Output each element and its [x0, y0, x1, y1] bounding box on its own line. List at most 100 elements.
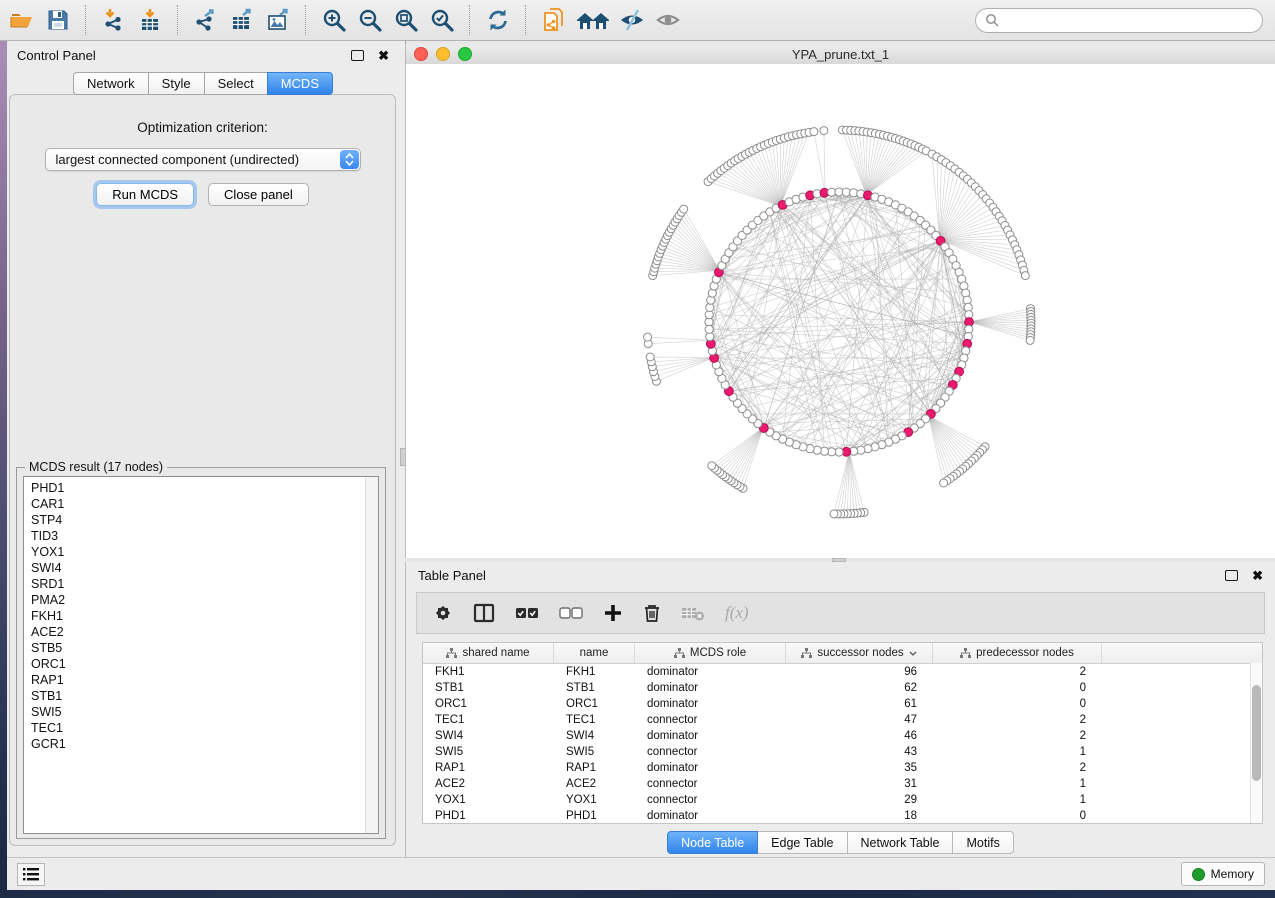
mcds-result-item[interactable]: STB1	[31, 688, 378, 704]
export-network-button[interactable]	[188, 3, 224, 37]
task-history-button[interactable]	[17, 863, 45, 886]
tab-mcds[interactable]: MCDS	[267, 72, 333, 95]
add-column-button[interactable]	[603, 603, 623, 623]
network-window-titlebar[interactable]: YPA_prune.txt_1	[406, 44, 1275, 65]
mcds-result-item[interactable]: TEC1	[31, 720, 378, 736]
close-panel-icon[interactable]: ✖	[1252, 569, 1263, 582]
table-row[interactable]: TEC1TEC1connector472	[423, 712, 1262, 728]
mcds-result-item[interactable]: FKH1	[31, 608, 378, 624]
hide-selected-button[interactable]	[614, 3, 650, 37]
table-cell: YOX1	[423, 792, 554, 808]
mcds-result-item[interactable]: STP4	[31, 512, 378, 528]
zoom-out-button[interactable]	[352, 3, 388, 37]
close-panel-icon[interactable]: ✖	[378, 49, 389, 62]
mcds-result-item[interactable]: CAR1	[31, 496, 378, 512]
table-scrollbar-thumb[interactable]	[1252, 685, 1261, 781]
control-panel-tabbar: Network Style Select MCDS	[7, 72, 399, 95]
first-neighbors-button[interactable]	[572, 3, 614, 37]
deselect-all-columns-button[interactable]	[559, 605, 583, 621]
table-cell: 96	[786, 664, 933, 680]
mcds-result-item[interactable]: SWI4	[31, 560, 378, 576]
tab-node-table[interactable]: Node Table	[667, 831, 758, 854]
mcds-result-item[interactable]: GCR1	[31, 736, 378, 752]
table-row[interactable]: ORC1ORC1dominator610	[423, 696, 1262, 712]
node-table-header: shared name name MCDS role	[423, 643, 1262, 664]
table-cell: 62	[786, 680, 933, 696]
column-header-shared-name[interactable]: shared name	[423, 643, 554, 663]
mcds-result-item[interactable]: RAP1	[31, 672, 378, 688]
import-table-button[interactable]	[132, 3, 168, 37]
delete-table-icon	[681, 604, 705, 622]
split-panel-button[interactable]	[473, 603, 495, 623]
mcds-result-item[interactable]: SWI5	[31, 704, 378, 720]
save-session-button[interactable]	[40, 3, 76, 37]
zoom-selected-button[interactable]	[424, 3, 460, 37]
table-scrollbar[interactable]	[1250, 663, 1262, 823]
desktop-wallpaper-left	[0, 41, 7, 890]
table-cell: 0	[933, 808, 1102, 824]
mcds-result-item[interactable]: TID3	[31, 528, 378, 544]
memory-status-icon	[1192, 868, 1205, 881]
column-header-successor-nodes[interactable]: successor nodes	[786, 643, 933, 663]
column-header-filler	[1102, 643, 1262, 663]
search-field[interactable]	[975, 8, 1263, 33]
search-input[interactable]	[1000, 13, 1262, 29]
mcds-result-item[interactable]: SRD1	[31, 576, 378, 592]
tab-motifs[interactable]: Motifs	[953, 831, 1013, 854]
function-builder-button[interactable]: f(x)	[725, 603, 749, 623]
table-row[interactable]: PHD1PHD1dominator180	[423, 808, 1262, 824]
mcds-result-item[interactable]: PMA2	[31, 592, 378, 608]
table-row[interactable]: YOX1YOX1connector291	[423, 792, 1262, 808]
table-row[interactable]: FKH1FKH1dominator962	[423, 664, 1262, 680]
table-row[interactable]: SWI5SWI5connector431	[423, 744, 1262, 760]
column-header-mcds-role[interactable]: MCDS role	[635, 643, 786, 663]
mcds-result-item[interactable]: YOX1	[31, 544, 378, 560]
float-panel-icon[interactable]	[351, 50, 364, 61]
table-row[interactable]: SWI4SWI4dominator462	[423, 728, 1262, 744]
table-cell: YOX1	[554, 792, 635, 808]
network-canvas[interactable]	[406, 64, 1275, 558]
table-row[interactable]: STB1STB1dominator620	[423, 680, 1262, 696]
mcds-result-item[interactable]: STB5	[31, 640, 378, 656]
column-header-predecessor-nodes[interactable]: predecessor nodes	[933, 643, 1102, 663]
trash-icon	[643, 603, 661, 623]
export-image-button[interactable]	[260, 3, 296, 37]
column-header-name[interactable]: name	[554, 643, 635, 663]
delete-table-button[interactable]	[681, 604, 705, 622]
show-all-button[interactable]	[650, 3, 686, 37]
tab-network[interactable]: Network	[73, 72, 148, 95]
column-label: successor nodes	[817, 647, 903, 659]
tab-edge-table[interactable]: Edge Table	[758, 831, 847, 854]
zoom-fit-button[interactable]	[388, 3, 424, 37]
tab-network-table[interactable]: Network Table	[848, 831, 954, 854]
mcds-list-scrollbar[interactable]	[365, 477, 378, 833]
table-row[interactable]: ACE2ACE2connector311	[423, 776, 1262, 792]
mcds-result-item[interactable]: PHD1	[31, 480, 378, 496]
export-table-button[interactable]	[224, 3, 260, 37]
table-cell: 2	[933, 664, 1102, 680]
memory-button[interactable]: Memory	[1181, 862, 1265, 886]
column-label: predecessor nodes	[976, 647, 1074, 659]
table-row[interactable]: RAP1RAP1dominator352	[423, 760, 1262, 776]
table-cell: 2	[933, 728, 1102, 744]
criterion-dropdown[interactable]: largest connected component (undirected)	[45, 148, 361, 171]
share-document-button[interactable]	[536, 3, 572, 37]
mcds-result-list[interactable]: PHD1CAR1STP4TID3YOX1SWI4SRD1PMA2FKH1ACE2…	[23, 476, 379, 834]
import-network-button[interactable]	[96, 3, 132, 37]
refresh-layout-button[interactable]	[480, 3, 516, 37]
zoom-in-button[interactable]	[316, 3, 352, 37]
select-all-columns-button[interactable]	[515, 605, 539, 621]
table-cell: 18	[786, 808, 933, 824]
column-settings-button[interactable]	[433, 603, 453, 623]
tab-style[interactable]: Style	[148, 72, 204, 95]
delete-column-button[interactable]	[643, 603, 661, 623]
mcds-result-item[interactable]: ACE2	[31, 624, 378, 640]
tab-select[interactable]: Select	[204, 72, 267, 95]
houses-icon	[575, 8, 611, 32]
float-panel-icon[interactable]	[1225, 570, 1238, 581]
run-mcds-button[interactable]: Run MCDS	[96, 183, 194, 206]
table-cell: RAP1	[554, 760, 635, 776]
mcds-result-item[interactable]: ORC1	[31, 656, 378, 672]
open-session-button[interactable]	[4, 3, 40, 37]
close-panel-button[interactable]: Close panel	[208, 183, 309, 206]
